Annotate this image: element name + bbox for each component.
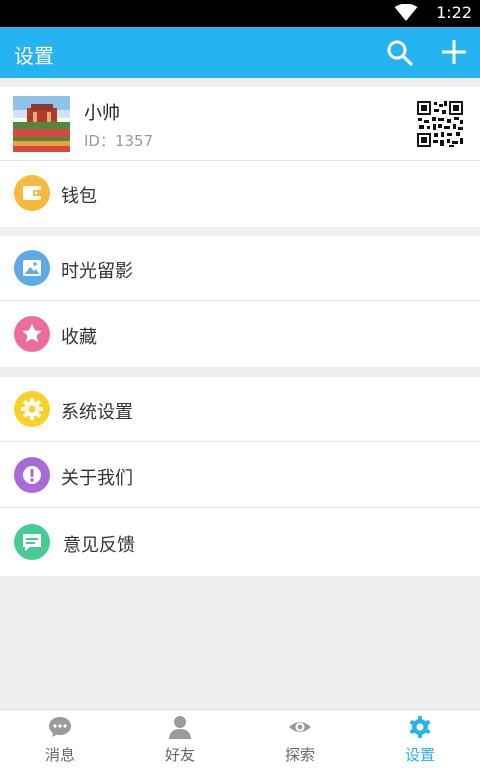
user-id: ID：1357 — [84, 132, 154, 150]
nav-label-explore: 探索 — [284, 746, 315, 764]
nav-tab-settings[interactable]: 设置 — [360, 710, 480, 768]
menu-item-system-settings[interactable]: 系统设置 — [0, 377, 480, 442]
wallet-icon — [14, 175, 50, 211]
qr-code-icon[interactable] — [416, 100, 464, 148]
status-time: 1:22 — [436, 3, 472, 22]
add-button[interactable] — [440, 38, 468, 66]
feedback-icon — [14, 524, 50, 560]
chat-icon — [49, 717, 71, 737]
avatar — [13, 96, 70, 152]
search-button[interactable] — [386, 39, 414, 67]
menu-item-feedback[interactable]: 意见反馈 — [0, 509, 480, 576]
profile-row[interactable]: 小帅 ID：1357 — [0, 87, 480, 161]
user-name: 小帅 — [84, 103, 120, 124]
nav-label-friends: 好友 — [164, 746, 195, 764]
star-icon — [14, 316, 50, 352]
info-icon — [14, 457, 50, 493]
menu-item-wallet[interactable]: 钱包 — [0, 161, 480, 226]
menu-item-favorites[interactable]: 收藏 — [0, 302, 480, 367]
person-icon — [169, 716, 191, 739]
settings-gear-icon — [14, 391, 50, 427]
plus-icon — [442, 40, 466, 64]
gear-icon — [409, 716, 431, 738]
menu-label-feedback: 意见反馈 — [63, 535, 135, 556]
menu-label-wallet: 钱包 — [61, 186, 97, 207]
media-section: 时光留影 收藏 — [0, 236, 480, 367]
menu-item-moments[interactable]: 时光留影 — [0, 236, 480, 301]
menu-label-moments: 时光留影 — [61, 261, 133, 282]
search-icon — [387, 40, 413, 66]
bottom-nav: 消息 好友 探索 设置 — [0, 709, 480, 768]
menu-item-about-us[interactable]: 关于我们 — [0, 443, 480, 508]
eye-icon — [289, 722, 311, 732]
photo-icon — [14, 250, 50, 286]
profile-section: 小帅 ID：1357 钱包 — [0, 87, 480, 227]
nav-label-messages: 消息 — [44, 746, 75, 764]
status-bar: 1:22 — [0, 0, 480, 27]
app-bar: 设置 — [0, 27, 480, 78]
wifi-icon — [394, 4, 418, 21]
menu-label-system-settings: 系统设置 — [61, 402, 133, 423]
settings-section: 系统设置 关于我们 意见反馈 — [0, 377, 480, 576]
nav-tab-messages[interactable]: 消息 — [0, 710, 120, 768]
menu-label-favorites: 收藏 — [61, 327, 97, 348]
nav-label-settings: 设置 — [404, 746, 435, 764]
nav-tab-friends[interactable]: 好友 — [120, 710, 240, 768]
nav-tab-explore[interactable]: 探索 — [240, 710, 360, 768]
menu-label-about-us: 关于我们 — [61, 468, 133, 489]
page-title: 设置 — [14, 44, 54, 68]
